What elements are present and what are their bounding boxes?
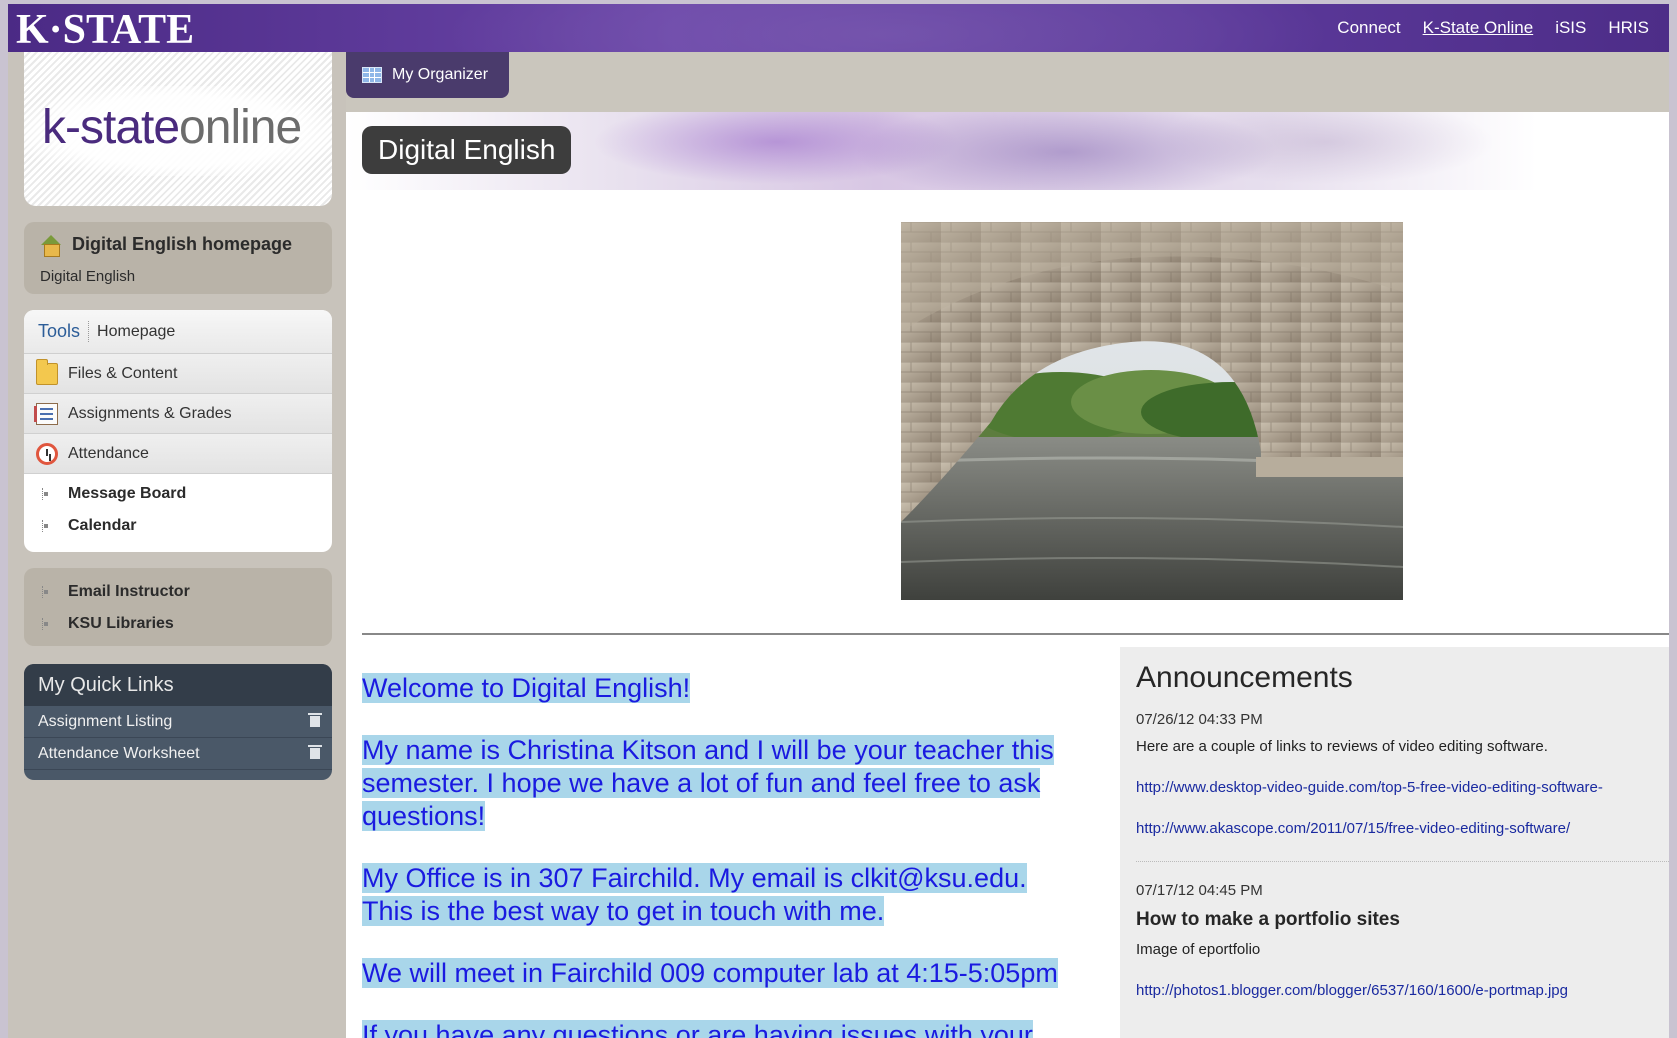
quick-link-label: Attendance Worksheet <box>38 744 200 762</box>
welcome-line-text: My Office is in 307 Fairchild. My email … <box>362 863 1027 926</box>
link-calendar[interactable]: Calendar <box>24 510 332 542</box>
link-kstate-online[interactable]: K-State Online <box>1423 18 1534 38</box>
course-home-subtitle: Digital English <box>40 268 136 285</box>
course-banner: Digital English <box>346 112 1669 190</box>
calendar-grid-icon <box>362 67 382 83</box>
main-column: My Organizer Digital English Welcome to … <box>346 52 1669 1038</box>
house-icon <box>40 234 62 257</box>
welcome-line: We will meet in Fairchild 009 computer l… <box>362 957 1082 990</box>
announcement-date: 07/26/12 04:33 PM <box>1136 711 1263 728</box>
announcement-date: 07/17/12 04:45 PM <box>1136 882 1263 899</box>
tool-attendance[interactable]: Attendance <box>24 434 332 474</box>
welcome-line: Welcome to Digital English! <box>362 672 1082 705</box>
tool-assignments-grades[interactable]: Assignments & Grades <box>24 394 332 434</box>
link-label: KSU Libraries <box>68 615 174 632</box>
seal-watermark <box>438 4 1338 52</box>
brand-wordmark-part2: online <box>179 101 302 154</box>
brand-wordmark: k-stateonline <box>42 100 302 155</box>
tool-files-content[interactable]: Files & Content <box>24 354 332 394</box>
quick-link-assignment-listing[interactable]: Assignment Listing <box>24 706 332 738</box>
top-links: Connect K-State Online iSIS HRIS <box>1337 18 1649 38</box>
tools-panel: Tools Homepage Files & Content Assignmen… <box>24 310 332 552</box>
bullet-icon <box>42 488 50 500</box>
course-home-panel[interactable]: Digital English homepage Digital English <box>24 222 332 294</box>
course-home-title[interactable]: Digital English homepage <box>40 234 293 257</box>
my-organizer-label: My Organizer <box>392 66 489 83</box>
bullet-icon <box>42 520 50 532</box>
tool-label: Files & Content <box>68 364 178 382</box>
page-frame: K·STATE Connect K-State Online iSIS HRIS… <box>0 0 1677 1038</box>
welcome-line-text: We will meet in Fairchild 009 computer l… <box>362 958 1058 988</box>
tab-homepage[interactable]: Homepage <box>89 323 175 341</box>
left-sidebar: k-stateonline Digital English homepage D… <box>8 52 346 1038</box>
welcome-line-text: If you have any questions or are having … <box>362 1020 1033 1038</box>
announcement-separator <box>1136 861 1669 862</box>
welcome-message: Welcome to Digital English! My name is C… <box>362 672 1082 1038</box>
my-organizer-button[interactable]: My Organizer <box>346 52 509 98</box>
welcome-line-text: Welcome to Digital English! <box>362 673 691 703</box>
folder-icon <box>36 358 58 385</box>
link-label: Calendar <box>68 517 137 534</box>
link-isis[interactable]: iSIS <box>1555 18 1586 38</box>
announcement-link[interactable]: http://photos1.blogger.com/blogger/6537/… <box>1136 982 1669 999</box>
link-message-board[interactable]: Message Board <box>24 478 332 510</box>
kstate-logo[interactable]: K·STATE <box>16 6 194 52</box>
kstate-online-brand[interactable]: k-stateonline <box>24 52 332 206</box>
welcome-line: If you have any questions or are having … <box>362 1019 1082 1038</box>
announcement-link[interactable]: http://www.desktop-video-guide.com/top-5… <box>1136 779 1669 796</box>
welcome-line-text: My name is Christina Kitson and I will b… <box>362 735 1054 831</box>
link-ksu-libraries[interactable]: KSU Libraries <box>24 608 332 640</box>
bullet-icon <box>42 618 50 630</box>
trash-icon[interactable] <box>308 713 322 727</box>
link-label: Email Instructor <box>68 583 190 600</box>
welcome-line: My name is Christina Kitson and I will b… <box>362 734 1082 833</box>
welcome-line: My Office is in 307 Fairchild. My email … <box>362 862 1082 928</box>
top-bar: K·STATE Connect K-State Online iSIS HRIS <box>8 4 1669 52</box>
tab-tools[interactable]: Tools <box>38 321 90 342</box>
content-area: Digital English Welcome to Digital Engli… <box>346 112 1669 1038</box>
announcements-panel: Announcements 07/26/12 04:33 PM Here are… <box>1120 647 1669 1038</box>
quick-link-attendance-worksheet[interactable]: Attendance Worksheet <box>24 738 332 770</box>
trash-icon[interactable] <box>308 745 322 759</box>
link-email-instructor[interactable]: Email Instructor <box>24 576 332 608</box>
clock-icon <box>36 442 58 465</box>
link-connect[interactable]: Connect <box>1337 18 1400 38</box>
quick-links-title: My Quick Links <box>24 664 332 706</box>
announcements-heading: Announcements <box>1136 661 1353 694</box>
course-title: Digital English <box>362 126 572 174</box>
announcement-title[interactable]: How to make a portfolio sites <box>1136 909 1669 931</box>
link-label: Message Board <box>68 485 187 502</box>
tool-label: Assignments & Grades <box>68 404 232 422</box>
brand-wordmark-part1: k-state <box>42 101 180 154</box>
quick-links-panel: My Quick Links Assignment Listing Attend… <box>24 664 332 780</box>
tool-label: Attendance <box>68 444 149 462</box>
announcement-text: Here are a couple of links to reviews of… <box>1136 738 1548 755</box>
tools-tabs: Tools Homepage <box>24 310 332 354</box>
link-hris[interactable]: HRIS <box>1608 18 1649 38</box>
notebook-icon <box>34 402 58 425</box>
announcement-text: Image of eportfolio <box>1136 941 1261 958</box>
external-links-panel: Email Instructor KSU Libraries <box>24 568 332 646</box>
course-home-label: Digital English homepage <box>72 234 293 254</box>
bridge-photo <box>901 222 1403 600</box>
announcement-link[interactable]: http://www.akascope.com/2011/07/15/free-… <box>1136 820 1669 837</box>
bullet-icon <box>42 586 50 598</box>
quick-link-label: Assignment Listing <box>38 712 173 730</box>
content-divider <box>362 633 1669 635</box>
